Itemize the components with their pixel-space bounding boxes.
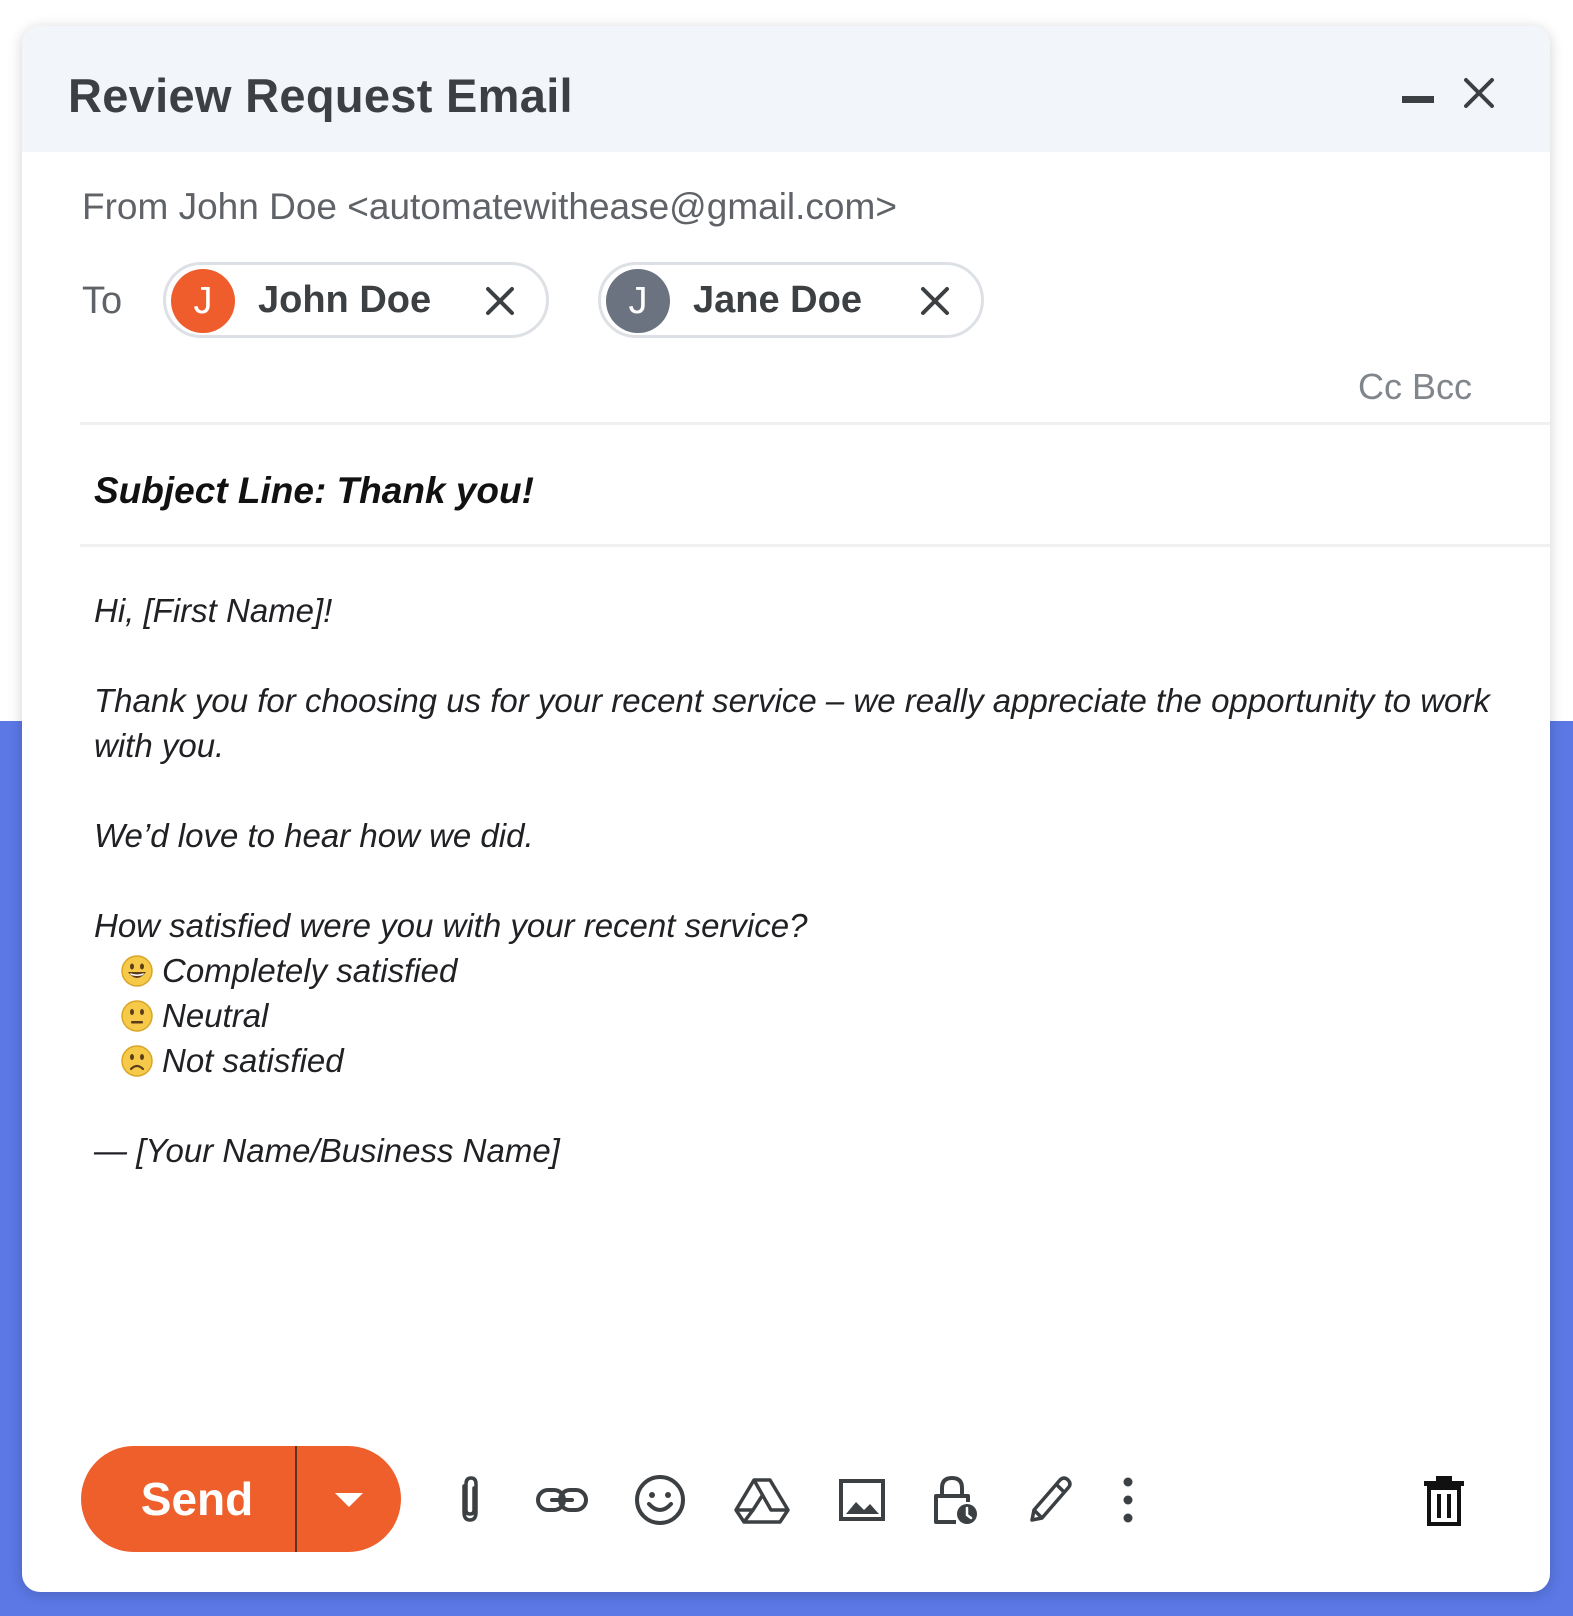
- survey-option: Completely satisfied: [94, 948, 1514, 993]
- send-button-group: Send: [81, 1446, 401, 1552]
- frowning-face-emoji-icon: [121, 1044, 153, 1077]
- survey-option: Neutral: [94, 993, 1514, 1038]
- option-label: Neutral: [162, 997, 269, 1034]
- drive-icon: [734, 1478, 790, 1524]
- insert-emoji-button[interactable]: [632, 1472, 688, 1528]
- recipient-name: John Doe: [258, 279, 432, 321]
- window-title: Review Request Email: [68, 69, 573, 122]
- subject-field[interactable]: Subject Line: Thank you!: [94, 470, 534, 512]
- avatar: J: [606, 269, 670, 333]
- link-icon: [536, 1488, 588, 1512]
- recipient-chip-john-doe[interactable]: J John Doe: [163, 262, 549, 338]
- divider: [80, 544, 1550, 547]
- close-icon: [486, 287, 514, 315]
- minimize-button[interactable]: [1402, 96, 1434, 103]
- emoji-icon: [635, 1475, 685, 1525]
- trash-icon: [1424, 1476, 1464, 1526]
- survey-question: How satisfied were you with your recent …: [94, 907, 808, 944]
- close-icon: [921, 287, 949, 315]
- divider: [80, 422, 1550, 425]
- remove-recipient-button[interactable]: [919, 285, 951, 317]
- close-icon: [1464, 78, 1494, 108]
- confidential-mode-button[interactable]: [926, 1472, 982, 1528]
- neutral-face-emoji-icon: [121, 999, 153, 1032]
- signature-icon: [1030, 1476, 1072, 1522]
- message-body[interactable]: Hi, [First Name]! Thank you for choosing…: [94, 588, 1514, 1173]
- body-paragraph: We’d love to hear how we did.: [94, 817, 534, 854]
- option-label: Completely satisfied: [162, 952, 458, 989]
- survey-option: Not satisfied: [94, 1038, 1514, 1083]
- recipient-name: Jane Doe: [693, 279, 862, 321]
- discard-draft-button[interactable]: [1416, 1472, 1472, 1528]
- signature-text: — [Your Name/Business Name]: [94, 1132, 560, 1169]
- insert-drive-file-button[interactable]: [734, 1472, 790, 1528]
- send-button[interactable]: Send: [81, 1446, 295, 1552]
- title-bar: Review Request Email: [22, 26, 1550, 152]
- greeting-text: Hi, [First Name]!: [94, 592, 333, 629]
- attach-icon: [462, 1476, 478, 1522]
- image-icon: [839, 1479, 885, 1521]
- avatar: J: [171, 269, 235, 333]
- caret-down-icon: [335, 1493, 363, 1507]
- insert-signature-button[interactable]: [1022, 1472, 1078, 1528]
- compose-window: Review Request Email From John Doe <auto…: [22, 26, 1550, 1592]
- close-button[interactable]: [1462, 76, 1496, 110]
- send-options-dropdown[interactable]: [297, 1446, 401, 1552]
- cc-bcc-link[interactable]: Cc Bcc: [1358, 366, 1472, 408]
- grinning-face-emoji-icon: [121, 954, 153, 987]
- recipient-chip-jane-doe[interactable]: J Jane Doe: [598, 262, 984, 338]
- confidential-mode-icon: [934, 1475, 977, 1524]
- body-paragraph: Thank you for choosing us for your recen…: [94, 682, 1490, 764]
- to-label: To: [82, 280, 123, 322]
- attach-button[interactable]: [442, 1472, 498, 1528]
- more-options-button[interactable]: [1100, 1472, 1156, 1528]
- insert-link-button[interactable]: [534, 1472, 590, 1528]
- option-label: Not satisfied: [162, 1042, 344, 1079]
- from-field: From John Doe <automatewithease@gmail.co…: [82, 186, 897, 227]
- remove-recipient-button[interactable]: [484, 285, 516, 317]
- insert-photo-button[interactable]: [834, 1472, 890, 1528]
- more-options-icon: [1123, 1477, 1133, 1523]
